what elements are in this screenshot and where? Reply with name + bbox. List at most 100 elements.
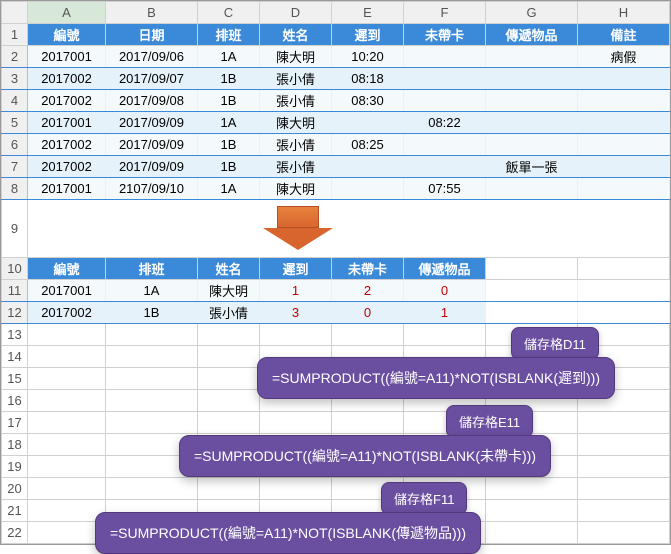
cell[interactable]	[578, 434, 670, 456]
row-header[interactable]: 19	[2, 456, 28, 478]
select-all-corner[interactable]	[2, 2, 28, 24]
cell[interactable]	[486, 522, 578, 544]
cell[interactable]	[404, 68, 486, 90]
cell[interactable]	[404, 90, 486, 112]
cell[interactable]	[486, 500, 578, 522]
cell[interactable]: 2017/09/06	[106, 46, 198, 68]
cell[interactable]	[332, 324, 404, 346]
cell[interactable]	[578, 68, 670, 90]
col-header-e[interactable]: E	[332, 2, 404, 24]
col-header-g[interactable]: G	[486, 2, 578, 24]
cell[interactable]: 1A	[106, 280, 198, 302]
cell[interactable]: 2	[332, 280, 404, 302]
cell[interactable]: 張小倩	[260, 68, 332, 90]
cell[interactable]: 2017002	[28, 156, 106, 178]
col-header-h[interactable]: H	[578, 2, 670, 24]
row-header[interactable]: 7	[2, 156, 28, 178]
cell[interactable]: 2017/09/07	[106, 68, 198, 90]
cell[interactable]: 1A	[198, 178, 260, 200]
cell[interactable]: 1B	[198, 134, 260, 156]
cell[interactable]	[198, 478, 260, 500]
cell[interactable]	[106, 324, 198, 346]
cell[interactable]	[332, 412, 404, 434]
col-header-d[interactable]: D	[260, 2, 332, 24]
cell[interactable]	[578, 500, 670, 522]
row-header[interactable]: 1	[2, 24, 28, 46]
cell[interactable]	[28, 346, 106, 368]
cell[interactable]: 張小倩	[198, 302, 260, 324]
cell[interactable]	[106, 368, 198, 390]
cell[interactable]	[260, 412, 332, 434]
cell[interactable]	[486, 46, 578, 68]
cell[interactable]	[578, 134, 670, 156]
row-header[interactable]: 20	[2, 478, 28, 500]
cell[interactable]	[486, 302, 578, 324]
cell[interactable]: 1B	[198, 68, 260, 90]
cell[interactable]	[578, 178, 670, 200]
cell[interactable]: 張小倩	[260, 90, 332, 112]
cell[interactable]	[198, 390, 260, 412]
col-header-f[interactable]: F	[404, 2, 486, 24]
cell[interactable]: 2017001	[28, 280, 106, 302]
cell[interactable]	[486, 478, 578, 500]
cell[interactable]	[106, 390, 198, 412]
cell[interactable]: 日期	[106, 24, 198, 46]
row-header[interactable]: 21	[2, 500, 28, 522]
cell[interactable]	[486, 178, 578, 200]
cell[interactable]: 08:18	[332, 68, 404, 90]
cell[interactable]: 飯單一張	[486, 156, 578, 178]
cell[interactable]: 1B	[198, 90, 260, 112]
cell[interactable]	[578, 302, 670, 324]
cell[interactable]	[28, 390, 106, 412]
cell[interactable]: 姓名	[198, 258, 260, 280]
row-header[interactable]: 13	[2, 324, 28, 346]
cell[interactable]	[28, 478, 106, 500]
cell[interactable]: 病假	[578, 46, 670, 68]
row-header[interactable]: 17	[2, 412, 28, 434]
cell[interactable]	[578, 112, 670, 134]
row-header[interactable]: 16	[2, 390, 28, 412]
cell[interactable]: 2017/09/08	[106, 90, 198, 112]
row-header[interactable]: 14	[2, 346, 28, 368]
col-header-a[interactable]: A	[28, 2, 106, 24]
row-header[interactable]: 18	[2, 434, 28, 456]
cell[interactable]	[28, 200, 670, 258]
cell[interactable]: 姓名	[260, 24, 332, 46]
cell[interactable]: 陳大明	[260, 46, 332, 68]
cell[interactable]: 遲到	[260, 258, 332, 280]
cell[interactable]: 10:20	[332, 46, 404, 68]
cell[interactable]: 2017/09/09	[106, 156, 198, 178]
cell[interactable]	[578, 478, 670, 500]
cell[interactable]	[198, 324, 260, 346]
cell[interactable]	[486, 280, 578, 302]
row-header[interactable]: 4	[2, 90, 28, 112]
cell[interactable]: 未帶卡	[404, 24, 486, 46]
cell[interactable]	[404, 324, 486, 346]
cell[interactable]: 2017002	[28, 68, 106, 90]
cell[interactable]: 2017002	[28, 302, 106, 324]
cell[interactable]: 1B	[198, 156, 260, 178]
row-header[interactable]: 2	[2, 46, 28, 68]
cell[interactable]	[486, 258, 578, 280]
cell[interactable]	[486, 68, 578, 90]
cell[interactable]: 未帶卡	[332, 258, 404, 280]
cell[interactable]: 2017001	[28, 112, 106, 134]
cell[interactable]: 遲到	[332, 24, 404, 46]
cell[interactable]	[28, 368, 106, 390]
cell[interactable]: 編號	[28, 24, 106, 46]
col-header-c[interactable]: C	[198, 2, 260, 24]
cell[interactable]	[260, 324, 332, 346]
cell[interactable]	[106, 346, 198, 368]
cell[interactable]	[332, 156, 404, 178]
cell[interactable]: 1A	[198, 112, 260, 134]
cell[interactable]	[578, 412, 670, 434]
cell[interactable]: 1B	[106, 302, 198, 324]
cell[interactable]: 編號	[28, 258, 106, 280]
cell[interactable]: 0	[404, 280, 486, 302]
cell[interactable]: 陳大明	[260, 178, 332, 200]
cell[interactable]: 排班	[198, 24, 260, 46]
row-header[interactable]: 8	[2, 178, 28, 200]
cell[interactable]	[28, 456, 106, 478]
cell[interactable]	[106, 478, 198, 500]
cell[interactable]	[28, 500, 106, 522]
